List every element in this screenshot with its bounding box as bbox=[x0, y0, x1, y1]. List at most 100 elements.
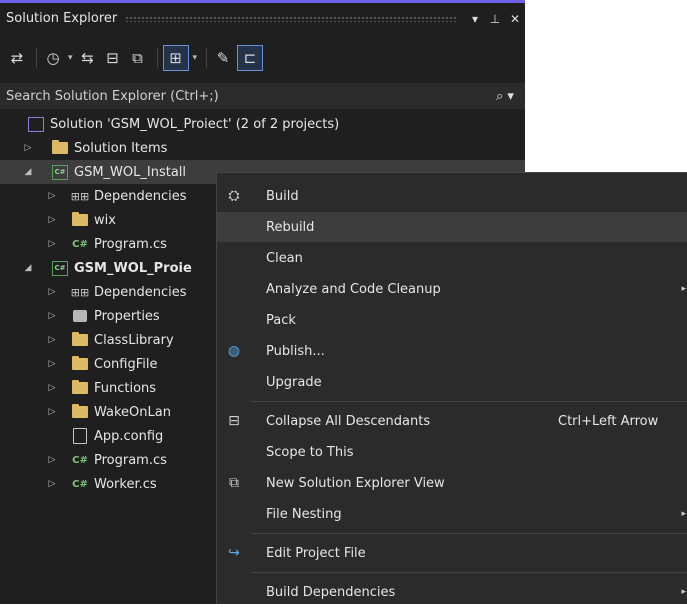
chevron-down-icon[interactable]: ▾ bbox=[193, 53, 198, 63]
filter-icon[interactable]: ⊏ bbox=[237, 45, 264, 71]
search-bar[interactable]: Search Solution Explorer (Ctrl+;) ⌕ ▾ bbox=[0, 83, 525, 109]
tree-item-properties[interactable]: ▷ Properties bbox=[44, 304, 160, 328]
show-all-files-icon[interactable]: ⧉ bbox=[127, 45, 149, 71]
menu-item-file-nesting[interactable]: File Nesting ▸ bbox=[217, 499, 687, 529]
chevron-right-icon[interactable]: ▷ bbox=[44, 239, 60, 249]
chevron-right-icon[interactable]: ▷ bbox=[44, 407, 60, 417]
tree-item-configfile[interactable]: ▷ ConfigFile bbox=[44, 352, 157, 376]
tree-item-solution-items[interactable]: ▷ Solution Items bbox=[20, 136, 167, 160]
tree-solution-node[interactable]: Solution 'GSM_WOL_Proiect' (2 of 2 proje… bbox=[26, 112, 339, 136]
chevron-down-icon[interactable]: ◢ bbox=[20, 167, 36, 177]
search-icon[interactable]: ⌕ ▾ bbox=[485, 89, 525, 104]
menu-item-new-solution-explorer-view[interactable]: ⧉ New Solution Explorer View bbox=[217, 468, 687, 498]
tree-item-program-cs[interactable]: ▷ C# Program.cs bbox=[44, 232, 167, 256]
dependencies-icon: ⊞⊞ bbox=[70, 285, 90, 299]
menu-item-upgrade[interactable]: Upgrade bbox=[217, 367, 687, 397]
menu-item-collapse-all-descendants[interactable]: ⊟ Collapse All Descendants Ctrl+Left Arr… bbox=[217, 406, 687, 436]
build-icon: ⛭ bbox=[228, 188, 240, 204]
chevron-right-icon[interactable]: ▷ bbox=[44, 311, 60, 321]
chevron-right-icon[interactable]: ▷ bbox=[44, 479, 60, 489]
toolbar-separator bbox=[206, 48, 208, 68]
tree-item-label: Program.cs bbox=[94, 236, 167, 252]
folder-icon bbox=[70, 212, 90, 228]
tree-item-label: Solution Items bbox=[74, 140, 168, 156]
menu-separator bbox=[251, 401, 687, 402]
tree-item-gsm-wol-proiect[interactable]: ◢ C# GSM_WOL_Proie bbox=[20, 256, 192, 280]
edit-redo-icon: ↪ bbox=[228, 545, 240, 561]
tree-item-label: WakeOnLan bbox=[94, 404, 171, 420]
tree-item-dependencies[interactable]: ▷ ⊞⊞ Dependencies bbox=[44, 184, 187, 208]
tree-item-worker-cs[interactable]: ▷ C# Worker.cs bbox=[44, 472, 157, 496]
menu-item-publish[interactable]: ◍ Publish... bbox=[217, 336, 687, 366]
panel-titlebar: Solution Explorer ▾ ⊥ ✕ bbox=[0, 3, 525, 34]
menu-item-label: Clean bbox=[266, 250, 303, 266]
menu-item-label: New Solution Explorer View bbox=[266, 475, 445, 491]
menu-item-label: Edit Project File bbox=[266, 545, 366, 561]
menu-item-label: Rebuild bbox=[266, 219, 315, 235]
properties-folder-icon bbox=[70, 308, 90, 324]
pending-changes-filter-icon[interactable]: ◷ bbox=[42, 45, 64, 71]
csharp-file-icon: C# bbox=[72, 454, 88, 466]
menu-item-pack[interactable]: Pack bbox=[217, 305, 687, 335]
properties-icon[interactable]: ✎ bbox=[212, 45, 234, 71]
menu-item-scope-to-this[interactable]: Scope to This bbox=[217, 437, 687, 467]
csproj-icon: C# bbox=[50, 164, 70, 180]
publish-globe-icon: ◍ bbox=[227, 343, 241, 359]
chevron-right-icon[interactable]: ▷ bbox=[44, 359, 60, 369]
pin-icon[interactable]: ⊥ bbox=[485, 12, 505, 26]
menu-item-edit-project-file[interactable]: ↪ Edit Project File bbox=[217, 538, 687, 568]
folder-icon bbox=[70, 332, 90, 348]
menu-item-label: Build Dependencies bbox=[266, 584, 396, 600]
menu-item-label: Analyze and Code Cleanup bbox=[266, 281, 441, 297]
menu-item-label: File Nesting bbox=[266, 506, 342, 522]
tree-item-label: Dependencies bbox=[94, 284, 187, 300]
tree-item-program-cs[interactable]: ▷ C# Program.cs bbox=[44, 448, 167, 472]
tree-item-label: Solution 'GSM_WOL_Proiect' (2 of 2 proje… bbox=[50, 116, 340, 132]
menu-item-clean[interactable]: Clean bbox=[217, 243, 687, 273]
tree-item-label: Program.cs bbox=[94, 452, 167, 468]
sync-with-active-document-icon[interactable]: ⇄ bbox=[6, 45, 28, 71]
tree-item-wakeonlan[interactable]: ▷ WakeOnLan bbox=[44, 400, 171, 424]
menu-item-analyze-and-code-cleanup[interactable]: Analyze and Code Cleanup ▸ bbox=[217, 274, 687, 304]
window-position-dropdown-icon[interactable]: ▾ bbox=[465, 12, 485, 26]
submenu-arrow-icon: ▸ bbox=[681, 284, 686, 294]
csharp-file-icon: C# bbox=[72, 238, 88, 250]
tree-item-label: Worker.cs bbox=[94, 476, 157, 492]
menu-item-label: Collapse All Descendants bbox=[266, 413, 431, 429]
toolbar-separator bbox=[156, 48, 158, 68]
chevron-right-icon[interactable]: ▷ bbox=[44, 287, 60, 297]
preview-selected-icon[interactable]: ⊞ bbox=[162, 45, 189, 71]
chevron-down-icon[interactable]: ▾ bbox=[68, 53, 73, 63]
chevron-right-icon[interactable]: ▷ bbox=[44, 215, 60, 225]
tree-item-dependencies[interactable]: ▷ ⊞⊞ Dependencies bbox=[44, 280, 187, 304]
menu-item-rebuild[interactable]: Rebuild bbox=[217, 212, 687, 242]
chevron-right-icon[interactable]: ▷ bbox=[44, 383, 60, 393]
collapse-icon: ⊟ bbox=[228, 413, 240, 429]
solution-explorer-toolbar: ⇄ ◷ ▾ ⇆ ⊟ ⧉ ⊞ ▾ ✎ ⊏ bbox=[0, 34, 525, 82]
panel-title: Solution Explorer bbox=[6, 11, 118, 26]
tree-item-label: GSM_WOL_Install bbox=[74, 164, 187, 180]
close-icon[interactable]: ✕ bbox=[505, 12, 525, 26]
search-input[interactable]: Search Solution Explorer (Ctrl+;) bbox=[0, 89, 485, 104]
chevron-right-icon[interactable]: ▷ bbox=[20, 143, 36, 153]
menu-item-label: Build bbox=[266, 188, 299, 204]
submenu-arrow-icon: ▸ bbox=[681, 509, 686, 519]
switch-views-icon[interactable]: ⇆ bbox=[77, 45, 99, 71]
chevron-right-icon[interactable]: ▷ bbox=[44, 335, 60, 345]
tree-item-wix[interactable]: ▷ wix bbox=[44, 208, 116, 232]
titlebar-grip[interactable] bbox=[125, 15, 457, 22]
chevron-right-icon[interactable]: ▷ bbox=[44, 191, 60, 201]
menu-item-build-dependencies[interactable]: Build Dependencies ▸ bbox=[217, 577, 687, 607]
project-context-menu: ⛭ Build Rebuild Clean Analyze and Code C… bbox=[216, 172, 687, 604]
menu-item-build[interactable]: ⛭ Build bbox=[217, 181, 687, 211]
new-view-icon: ⧉ bbox=[229, 475, 239, 491]
collapse-all-icon[interactable]: ⊟ bbox=[102, 45, 124, 71]
toolbar-separator bbox=[36, 48, 37, 68]
chevron-right-icon[interactable]: ▷ bbox=[44, 455, 60, 465]
tree-item-app-config[interactable]: App.config bbox=[60, 424, 163, 448]
folder-icon bbox=[50, 140, 70, 156]
tree-item-classlibrary[interactable]: ▷ ClassLibrary bbox=[44, 328, 174, 352]
chevron-down-icon[interactable]: ◢ bbox=[20, 263, 36, 273]
tree-item-functions[interactable]: ▷ Functions bbox=[44, 376, 156, 400]
folder-icon bbox=[70, 404, 90, 420]
